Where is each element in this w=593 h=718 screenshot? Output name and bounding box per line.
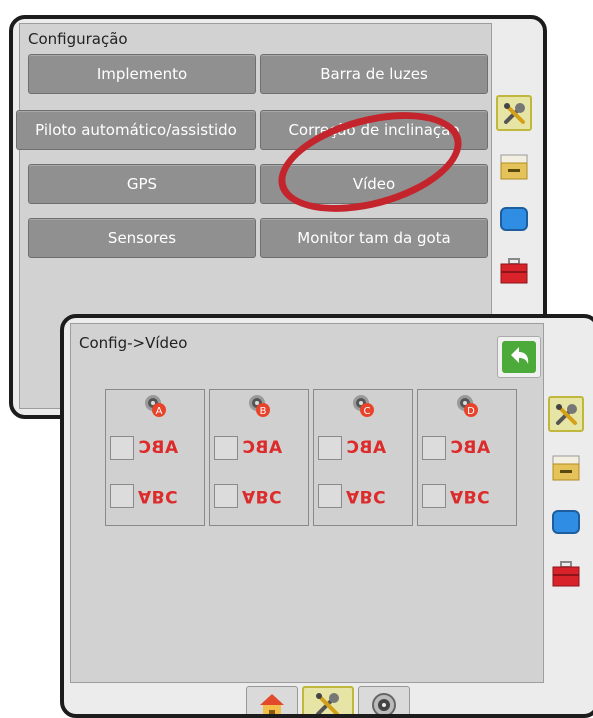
camera-c-option-top[interactable]: ABC (318, 434, 386, 462)
toolbox-icon (500, 258, 528, 284)
checkbox[interactable] (110, 436, 134, 460)
tools-main-tab[interactable] (302, 686, 354, 714)
camera-b-option-bottom[interactable]: ABC (214, 482, 282, 510)
camera-lens-icon (372, 693, 396, 714)
console-tab[interactable] (548, 450, 584, 486)
console-icon (552, 455, 580, 481)
lightbar-button[interactable]: Barra de luzes (260, 54, 488, 94)
checkbox[interactable] (214, 484, 238, 508)
checkbox[interactable] (422, 484, 446, 508)
screen-icon (500, 207, 528, 231)
console-icon (500, 154, 528, 180)
console-tab[interactable] (496, 149, 532, 185)
camera-letter: A (156, 406, 163, 417)
camera-b-icon: B (249, 395, 270, 417)
camera-d-icon: D (457, 395, 478, 417)
option-label: ABC (450, 438, 491, 458)
option-label: ABC (450, 486, 491, 506)
tools-icon (556, 404, 577, 425)
checkbox[interactable] (422, 436, 446, 460)
tools-tab[interactable] (548, 396, 584, 432)
video-config-area: Config->Vídeo A ABC ABC B ABC ABC C ABC … (70, 323, 544, 683)
option-label: ABC (346, 486, 387, 506)
camera-a-option-top[interactable]: ABC (110, 434, 178, 462)
tools-icon (504, 103, 525, 124)
camera-c-panel: C ABC ABC (313, 389, 413, 526)
camera-c-option-bottom[interactable]: ABC (318, 482, 386, 510)
camera-a-option-bottom[interactable]: ABC (110, 482, 178, 510)
camera-d-option-bottom[interactable]: ABC (422, 482, 490, 510)
camera-b-panel: B ABC ABC (209, 389, 309, 526)
toolbox-tab[interactable] (548, 556, 584, 592)
camera-letter: B (260, 406, 267, 417)
option-label: ABC (346, 438, 387, 458)
option-label: ABC (138, 486, 179, 506)
camera-a-icon: A (145, 395, 166, 417)
screen-icon (552, 510, 580, 534)
camera-d-panel: D ABC ABC (417, 389, 517, 526)
camera-b-option-top[interactable]: ABC (214, 434, 282, 462)
checkbox[interactable] (110, 484, 134, 508)
home-icon (260, 694, 284, 714)
toolbox-icon (552, 561, 580, 587)
option-label: ABC (242, 438, 283, 458)
video-config-window: Config->Vídeo A ABC ABC B ABC ABC C ABC … (60, 314, 593, 718)
option-label: ABC (242, 486, 283, 506)
tools-icon (316, 693, 339, 714)
camera-tab[interactable] (358, 686, 410, 714)
checkbox[interactable] (318, 436, 342, 460)
sensors-button[interactable]: Sensores (28, 218, 256, 258)
camera-d-option-top[interactable]: ABC (422, 434, 490, 462)
toolbox-tab[interactable] (496, 253, 532, 289)
gps-button[interactable]: GPS (28, 164, 256, 204)
autosteer-button[interactable]: Piloto automático/assistido (16, 110, 256, 150)
page-title: Configuração (28, 30, 128, 48)
implement-button[interactable]: Implemento (28, 54, 256, 94)
page-title: Config->Vídeo (79, 334, 188, 352)
home-tab[interactable] (246, 686, 298, 714)
camera-c-icon: C (353, 395, 374, 417)
back-arrow-icon (502, 341, 536, 373)
screen-tab[interactable] (548, 504, 584, 540)
bottom-tab-bar (246, 686, 414, 714)
screen-tab[interactable] (496, 201, 532, 237)
option-label: ABC (138, 438, 179, 458)
droplet-monitor-button[interactable]: Monitor tam da gota (260, 218, 488, 258)
back-button[interactable] (497, 336, 541, 378)
camera-letter: D (467, 406, 475, 417)
camera-a-panel: A ABC ABC (105, 389, 205, 526)
camera-letter: C (364, 406, 371, 417)
tools-tab[interactable] (496, 95, 532, 131)
checkbox[interactable] (214, 436, 238, 460)
checkbox[interactable] (318, 484, 342, 508)
